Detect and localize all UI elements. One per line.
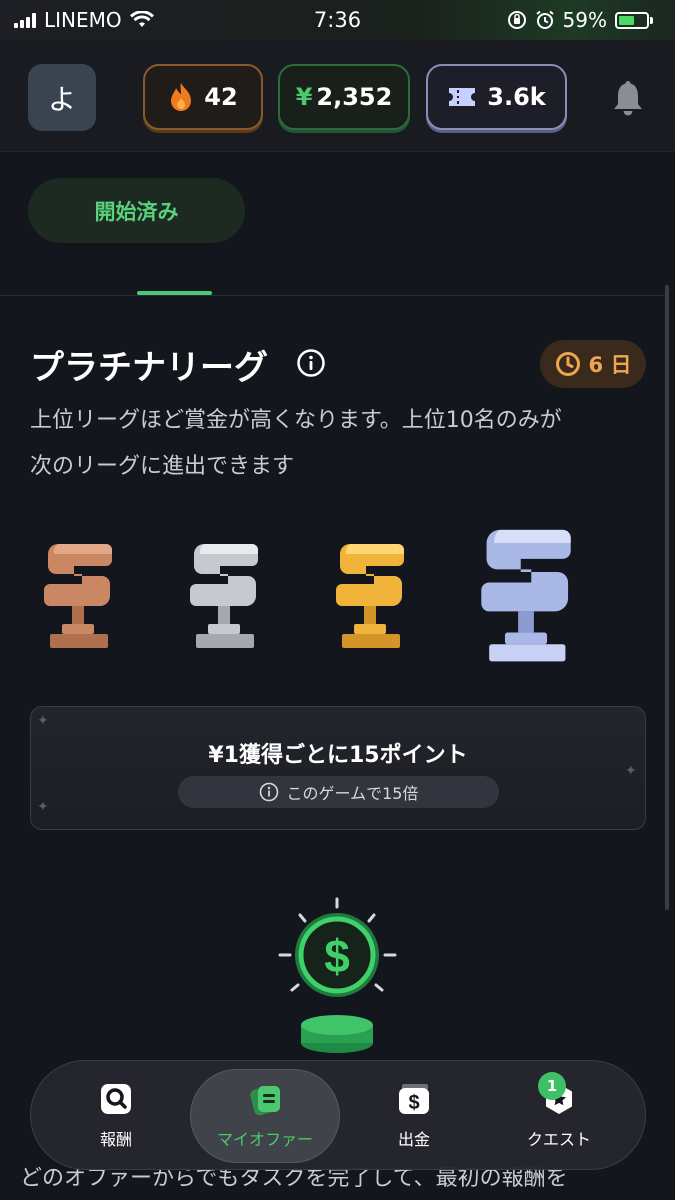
battery-percent: 59% <box>562 8 607 32</box>
nav-my-offers[interactable]: マイオファー <box>190 1061 340 1171</box>
ticket-count: 3.6k <box>487 83 546 111</box>
search-icon <box>101 1084 131 1114</box>
avatar[interactable]: よ <box>28 64 96 131</box>
league-description: 上位リーグほど賞金が高くなります。上位10名のみが 次のリーグに進出できます <box>30 398 650 490</box>
days-left-badge: 6 日 <box>540 340 646 388</box>
svg-text:$: $ <box>408 1092 419 1114</box>
points-rate: ¥1獲得ごとに15ポイント <box>208 743 468 768</box>
top-header: よ 42 ¥ 2,352 3.6k <box>0 40 675 152</box>
nav-withdraw[interactable]: $ 出金 <box>349 1061 479 1171</box>
status-bar: LINEMO 7:36 59% <box>0 0 675 40</box>
nav-label-rewards: 報酬 <box>99 1130 132 1149</box>
alarm-icon <box>535 10 554 29</box>
quest-badge: 1 <box>538 1072 566 1100</box>
tab-divider <box>0 295 665 296</box>
streak-count: 42 <box>204 83 238 111</box>
signal-icon <box>14 12 36 28</box>
tab-started[interactable]: 開始済み <box>28 178 245 243</box>
scrollbar[interactable] <box>665 285 669 910</box>
carrier-name: LINEMO <box>44 8 122 32</box>
bronze-trophy-icon <box>44 544 112 648</box>
ticket-pill[interactable]: 3.6k <box>426 64 567 130</box>
platinum-trophy-icon <box>481 529 571 662</box>
league-description-line1: 上位リーグほど賞金が高くなります。上位10名のみが <box>30 408 562 433</box>
clock-icon <box>555 352 580 376</box>
bell-icon[interactable] <box>610 78 646 118</box>
nav-rewards[interactable]: 報酬 <box>51 1061 181 1171</box>
yen-icon: ¥ <box>295 83 313 111</box>
sparkle-icon: ✦ <box>37 799 49 815</box>
league-title: プラチナリーグ <box>30 348 268 388</box>
nav-label-quests: クエスト <box>526 1130 591 1149</box>
orientation-lock-icon <box>507 11 526 29</box>
svg-text:$: $ <box>324 930 350 982</box>
nav-label-withdraw: 出金 <box>397 1130 430 1149</box>
battery-icon <box>615 11 653 29</box>
info-icon <box>259 782 278 802</box>
streak-pill[interactable]: 42 <box>143 64 263 130</box>
gold-trophy-icon <box>336 544 404 648</box>
points-multiplier-text: このゲームで15倍 <box>286 784 419 803</box>
fire-icon <box>171 83 192 111</box>
points-multiplier: このゲームで15倍 <box>178 776 499 808</box>
ticket-icon <box>449 88 476 106</box>
coin-stack-icon: $ <box>278 897 397 1053</box>
wifi-icon <box>129 11 154 27</box>
info-icon[interactable] <box>296 348 326 378</box>
dollar-icon: $ <box>399 1084 429 1114</box>
days-left: 6 日 <box>588 353 632 377</box>
balance-amount: 2,352 <box>316 83 393 111</box>
silver-trophy-icon <box>190 544 258 648</box>
points-card: ✦ ✦ ✦ ¥1獲得ごとに15ポイント このゲームで15倍 <box>30 706 646 830</box>
nav-label-my-offers: マイオファー <box>216 1130 313 1149</box>
sparkle-icon: ✦ <box>37 713 49 729</box>
offers-icon <box>250 1086 280 1116</box>
league-description-line2: 次のリーグに進出できます <box>30 454 295 479</box>
balance-pill[interactable]: ¥ 2,352 <box>278 64 410 130</box>
